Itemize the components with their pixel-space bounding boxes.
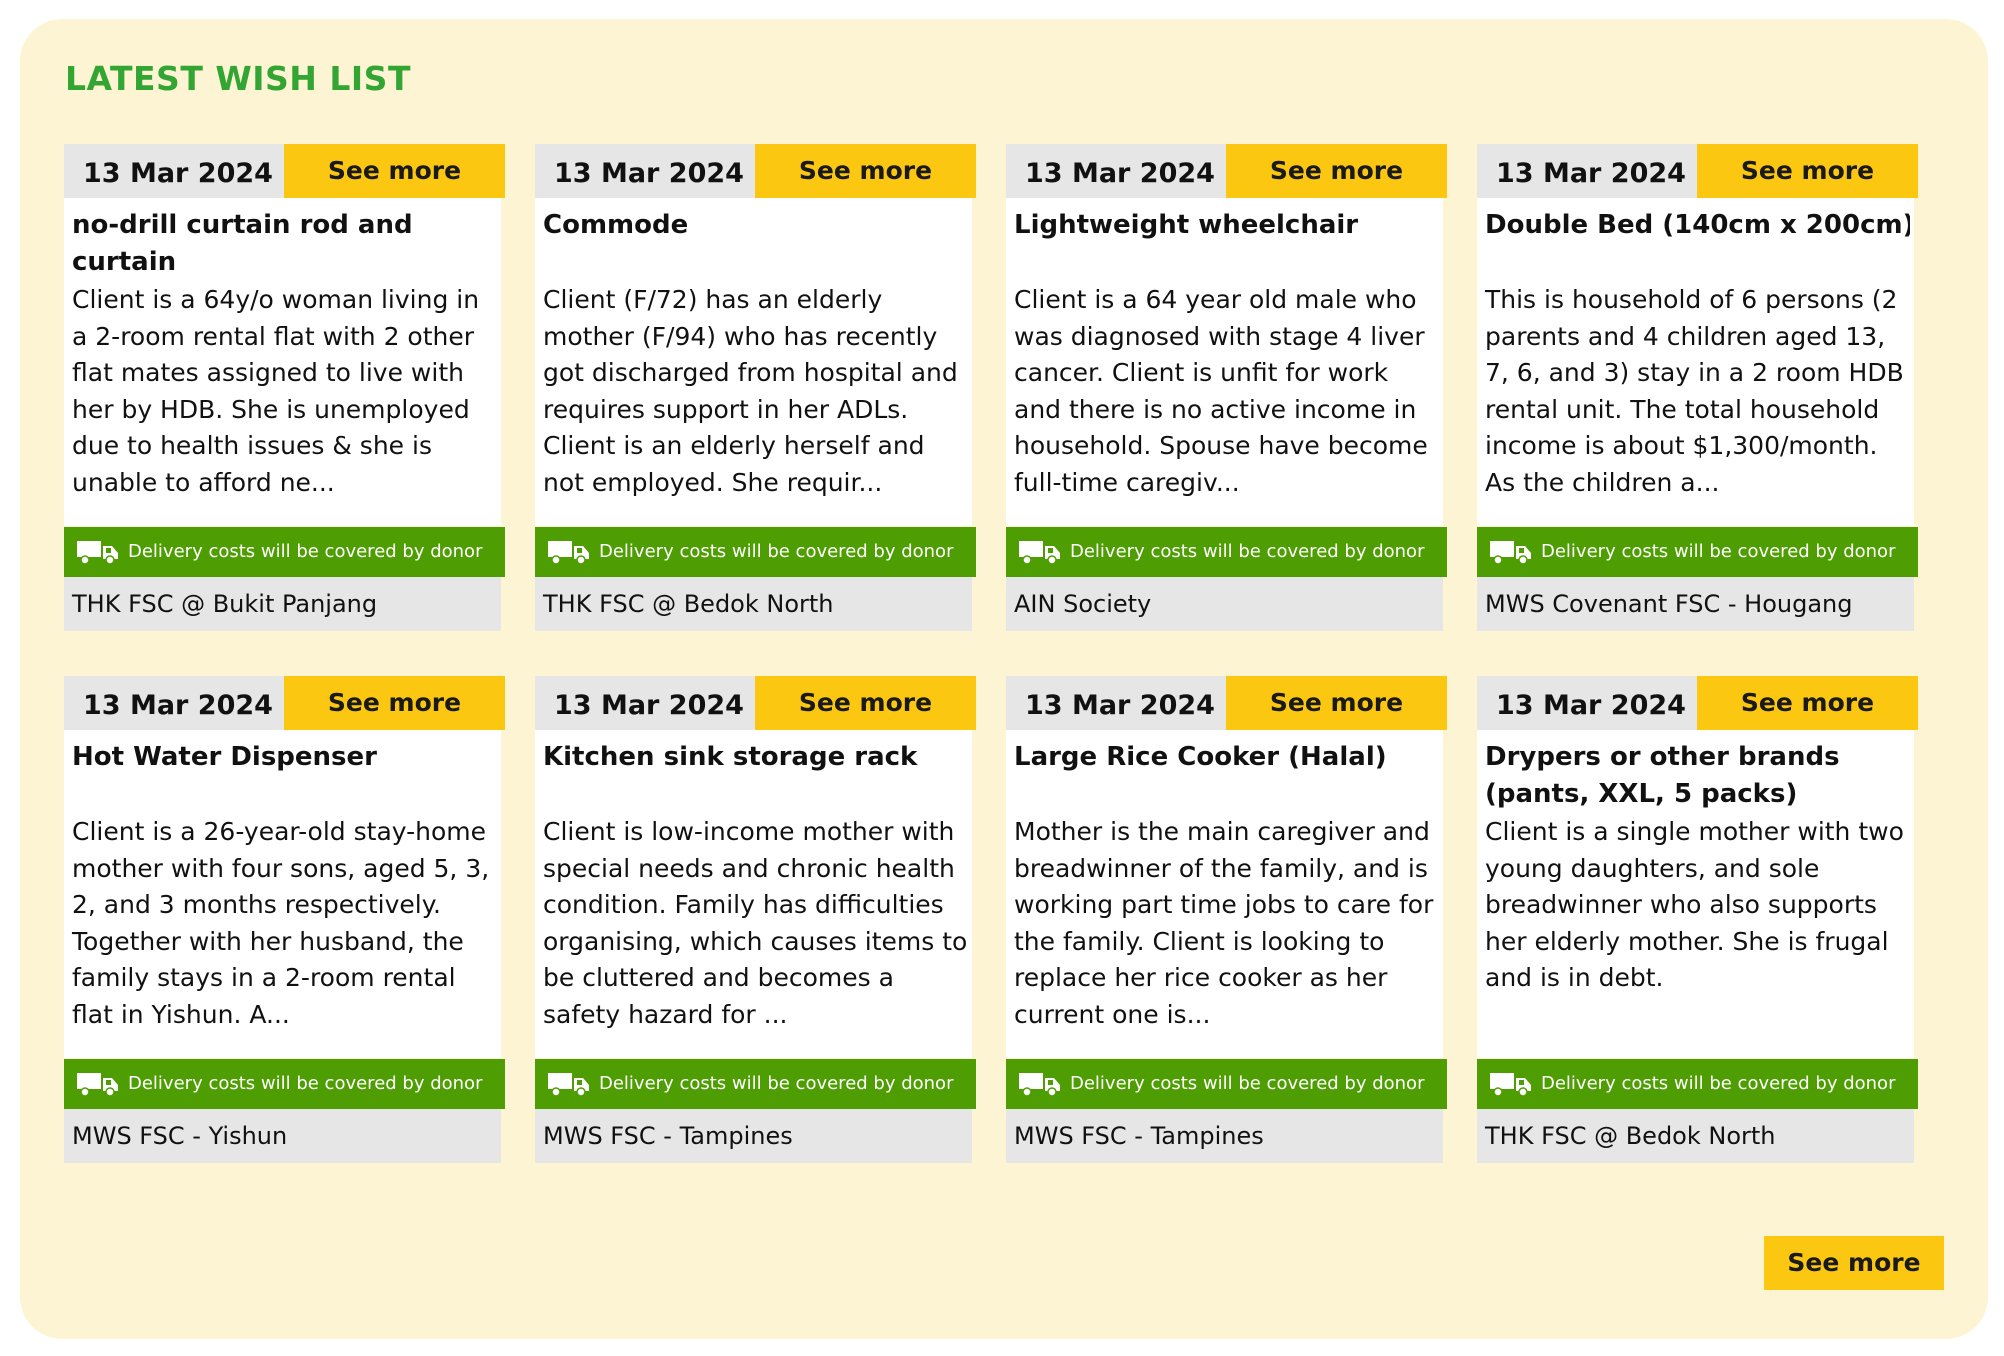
item-name[interactable]: no-drill curtain rod and curtain xyxy=(72,207,497,281)
card-header: 13 Mar 2024 See more xyxy=(535,676,976,730)
truck-icon xyxy=(1019,1073,1060,1097)
card-date: 13 Mar 2024 xyxy=(83,158,273,189)
organisation-label: MWS Covenant FSC - Hougang xyxy=(1477,577,1914,631)
see-more-button[interactable]: See more xyxy=(755,144,976,198)
see-more-button[interactable]: See more xyxy=(1226,676,1447,730)
card-date: 13 Mar 2024 xyxy=(554,158,744,189)
item-description: Mother is the main caregiver and breadwi… xyxy=(1014,817,1434,1029)
item-description: Client is low-income mother with special… xyxy=(543,817,968,1029)
wish-card[interactable]: 13 Mar 2024 See more Drypers or other br… xyxy=(1477,676,1918,1163)
card-header: 13 Mar 2024 See more xyxy=(64,144,505,198)
see-more-all-button[interactable]: See more xyxy=(1764,1236,1944,1290)
card-date: 13 Mar 2024 xyxy=(1496,690,1686,721)
card-header: 13 Mar 2024 See more xyxy=(1006,144,1447,198)
organisation-label: MWS FSC - Tampines xyxy=(535,1109,972,1163)
organisation-label: MWS FSC - Yishun xyxy=(64,1109,501,1163)
item-name[interactable]: Hot Water Dispenser xyxy=(72,739,497,813)
truck-icon xyxy=(1490,541,1531,565)
item-name[interactable]: Lightweight wheelchair xyxy=(1014,207,1439,281)
wish-card[interactable]: 13 Mar 2024 See more Hot Water Dispenser… xyxy=(64,676,505,1163)
item-name[interactable]: Drypers or other brands (pants, XXL, 5 p… xyxy=(1485,739,1910,813)
item-name[interactable]: Commode xyxy=(543,207,968,281)
delivery-text: Delivery costs will be covered by donor xyxy=(1070,1073,1425,1094)
wish-card[interactable]: 13 Mar 2024 See more Lightweight wheelch… xyxy=(1006,144,1447,631)
see-more-button[interactable]: See more xyxy=(1226,144,1447,198)
delivery-banner: Delivery costs will be covered by donor xyxy=(535,527,976,577)
truck-icon xyxy=(548,541,589,565)
organisation-label: AIN Society xyxy=(1006,577,1443,631)
item-description: Client is a 64y/o woman living in a 2-ro… xyxy=(72,285,480,497)
delivery-banner: Delivery costs will be covered by donor xyxy=(64,1059,505,1109)
card-header: 13 Mar 2024 See more xyxy=(1477,144,1918,198)
delivery-banner: Delivery costs will be covered by donor xyxy=(535,1059,976,1109)
card-body: Double Bed (140cm x 200cm) This is house… xyxy=(1477,198,1914,526)
organisation-label: THK FSC @ Bedok North xyxy=(535,577,972,631)
item-name[interactable]: Double Bed (140cm x 200cm) xyxy=(1485,207,1910,281)
delivery-text: Delivery costs will be covered by donor xyxy=(1541,1073,1896,1094)
card-body: Hot Water Dispenser Client is a 26-year-… xyxy=(64,730,501,1058)
item-name[interactable]: Large Rice Cooker (Halal) xyxy=(1014,739,1439,813)
delivery-banner: Delivery costs will be covered by donor xyxy=(1477,1059,1918,1109)
card-date: 13 Mar 2024 xyxy=(83,690,273,721)
wish-card[interactable]: 13 Mar 2024 See more Commode Client (F/7… xyxy=(535,144,976,631)
wish-card[interactable]: 13 Mar 2024 See more Kitchen sink storag… xyxy=(535,676,976,1163)
item-description: This is household of 6 persons (2 parent… xyxy=(1485,285,1904,497)
delivery-text: Delivery costs will be covered by donor xyxy=(128,1073,483,1094)
item-description: Client is a 26-year-old stay-home mother… xyxy=(72,817,490,1029)
truck-icon xyxy=(548,1073,589,1097)
card-body: Large Rice Cooker (Halal) Mother is the … xyxy=(1006,730,1443,1058)
card-header: 13 Mar 2024 See more xyxy=(1006,676,1447,730)
delivery-text: Delivery costs will be covered by donor xyxy=(1541,541,1896,562)
card-date: 13 Mar 2024 xyxy=(1025,690,1215,721)
delivery-banner: Delivery costs will be covered by donor xyxy=(1477,527,1918,577)
delivery-banner: Delivery costs will be covered by donor xyxy=(1006,527,1447,577)
delivery-text: Delivery costs will be covered by donor xyxy=(128,541,483,562)
delivery-text: Delivery costs will be covered by donor xyxy=(599,1073,954,1094)
card-body: Commode Client (F/72) has an elderly mot… xyxy=(535,198,972,526)
card-date: 13 Mar 2024 xyxy=(554,690,744,721)
item-name[interactable]: Kitchen sink storage rack xyxy=(543,739,968,813)
see-more-button[interactable]: See more xyxy=(1697,144,1918,198)
see-more-button[interactable]: See more xyxy=(755,676,976,730)
wish-card[interactable]: 13 Mar 2024 See more no-drill curtain ro… xyxy=(64,144,505,631)
card-body: Lightweight wheelchair Client is a 64 ye… xyxy=(1006,198,1443,526)
delivery-text: Delivery costs will be covered by donor xyxy=(599,541,954,562)
truck-icon xyxy=(1019,541,1060,565)
card-date: 13 Mar 2024 xyxy=(1496,158,1686,189)
item-description: Client (F/72) has an elderly mother (F/9… xyxy=(543,285,958,497)
truck-icon xyxy=(77,541,118,565)
wish-card[interactable]: 13 Mar 2024 See more Large Rice Cooker (… xyxy=(1006,676,1447,1163)
delivery-text: Delivery costs will be covered by donor xyxy=(1070,541,1425,562)
organisation-label: THK FSC @ Bukit Panjang xyxy=(64,577,501,631)
see-more-button[interactable]: See more xyxy=(1697,676,1918,730)
card-body: Kitchen sink storage rack Client is low-… xyxy=(535,730,972,1058)
see-more-button[interactable]: See more xyxy=(284,144,505,198)
wish-card[interactable]: 13 Mar 2024 See more Double Bed (140cm x… xyxy=(1477,144,1918,631)
card-header: 13 Mar 2024 See more xyxy=(1477,676,1918,730)
card-body: no-drill curtain rod and curtain Client … xyxy=(64,198,501,526)
wish-list-grid: 13 Mar 2024 See more no-drill curtain ro… xyxy=(64,144,1931,1163)
wish-list-panel: LATEST WISH LIST 13 Mar 2024 See more no… xyxy=(20,19,1988,1339)
card-body: Drypers or other brands (pants, XXL, 5 p… xyxy=(1477,730,1914,1058)
delivery-banner: Delivery costs will be covered by donor xyxy=(64,527,505,577)
truck-icon xyxy=(1490,1073,1531,1097)
card-date: 13 Mar 2024 xyxy=(1025,158,1215,189)
see-more-button[interactable]: See more xyxy=(284,676,505,730)
organisation-label: MWS FSC - Tampines xyxy=(1006,1109,1443,1163)
card-header: 13 Mar 2024 See more xyxy=(64,676,505,730)
section-title: LATEST WISH LIST xyxy=(65,59,411,98)
truck-icon xyxy=(77,1073,118,1097)
delivery-banner: Delivery costs will be covered by donor xyxy=(1006,1059,1447,1109)
item-description: Client is a 64 year old male who was dia… xyxy=(1014,285,1428,497)
item-description: Client is a single mother with two young… xyxy=(1485,817,1904,992)
card-header: 13 Mar 2024 See more xyxy=(535,144,976,198)
organisation-label: THK FSC @ Bedok North xyxy=(1477,1109,1914,1163)
